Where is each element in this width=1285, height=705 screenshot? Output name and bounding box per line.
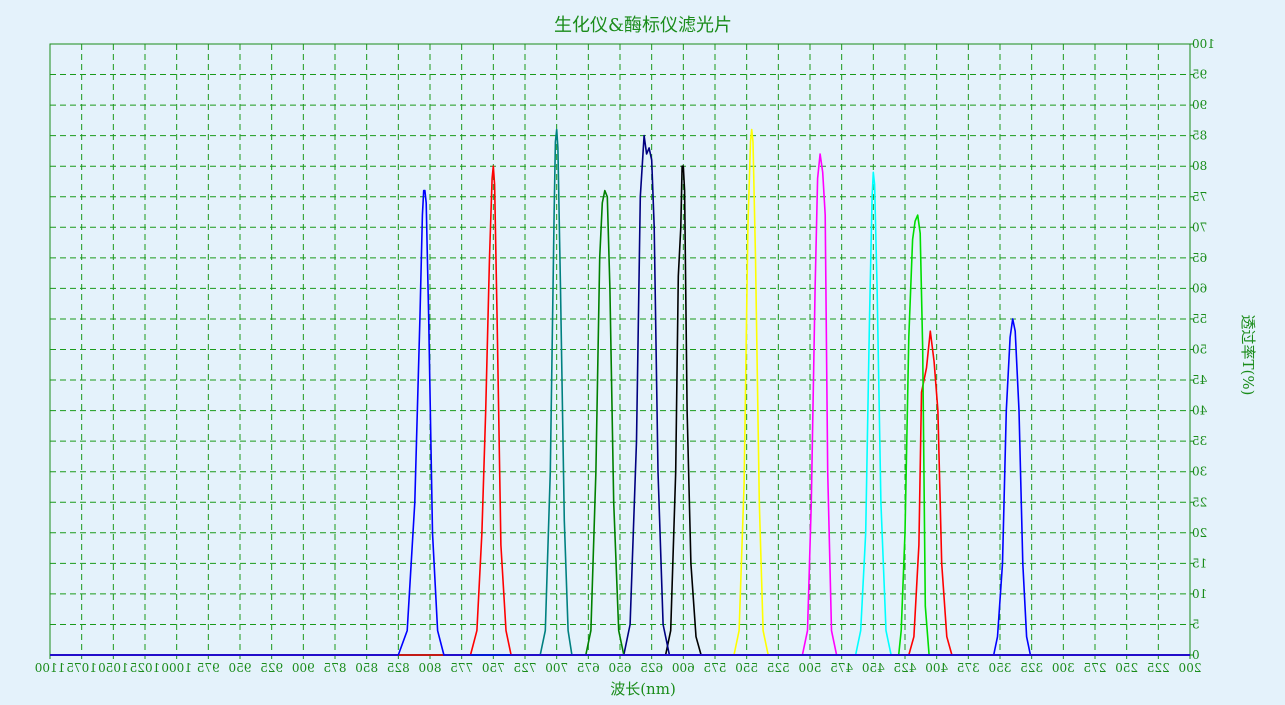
- y-tick-label: 35: [1192, 434, 1207, 448]
- x-tick-label: 275: [1084, 661, 1107, 675]
- y-tick-label: 20: [1192, 526, 1207, 540]
- x-tick-label: 200: [1179, 661, 1202, 675]
- y-tick-label: 85: [1192, 129, 1207, 143]
- x-axis-ticks: 200 225 250 275 300 325 350 375 400 425 450 475 500 5…: [35, 655, 1202, 675]
- y-tick-label: 10: [1192, 587, 1207, 601]
- y-tick-label: 15: [1192, 556, 1207, 570]
- y-tick-label: 5: [1192, 617, 1200, 631]
- y-tick-label: 55: [1192, 312, 1207, 326]
- x-tick-label: 350: [989, 661, 1012, 675]
- y-axis-label: 透过率T(%): [1239, 315, 1257, 396]
- x-tick-label: 800: [419, 661, 442, 675]
- x-tick-label: 875: [324, 661, 347, 675]
- x-tick-label: 900: [292, 661, 315, 675]
- y-tick-label: 75: [1192, 190, 1207, 204]
- y-tick-label: 50: [1192, 343, 1207, 357]
- x-tick-label: 600: [672, 661, 695, 675]
- y-tick-label: 80: [1192, 159, 1207, 173]
- x-tick-label: 1025: [130, 661, 161, 675]
- x-tick-label: 500: [799, 661, 822, 675]
- chart-title: 生化仪&酶标仪滤光片: [554, 15, 732, 36]
- x-tick-label: 400: [925, 661, 948, 675]
- x-tick-label: 525: [767, 661, 790, 675]
- x-tick-label: 250: [1115, 661, 1138, 675]
- x-tick-label: 1050: [98, 661, 129, 675]
- y-tick-label: 65: [1192, 251, 1207, 265]
- y-tick-label: 40: [1192, 404, 1207, 418]
- x-tick-label: 825: [387, 661, 410, 675]
- x-axis-label: 波长(nm): [610, 680, 676, 698]
- x-tick-label: 375: [957, 661, 980, 675]
- x-tick-label: 775: [450, 661, 473, 675]
- y-axis-ticks: 0 5 10 15 20 25 30 35 40 45 50 55 60 65 70 75 80 85 90 95 10…: [1190, 37, 1215, 662]
- y-tick-label: 95: [1192, 68, 1207, 82]
- x-tick-label: 675: [577, 661, 600, 675]
- x-tick-label: 1000: [161, 661, 192, 675]
- x-tick-label: 750: [482, 661, 505, 675]
- y-tick-label: 45: [1192, 373, 1207, 387]
- x-tick-label: 650: [609, 661, 632, 675]
- filter-transmission-chart: 2002252502753003253503754004254504755005…: [35, 15, 1257, 698]
- y-tick-label: 0: [1192, 648, 1200, 662]
- x-tick-label: 1075: [66, 661, 97, 675]
- y-tick-label: 60: [1192, 281, 1207, 295]
- x-tick-label: 950: [229, 661, 252, 675]
- x-tick-label: 625: [640, 661, 663, 675]
- y-tick-label: 70: [1192, 220, 1207, 234]
- y-tick-label: 100: [1192, 37, 1215, 51]
- x-tick-label: 450: [862, 661, 885, 675]
- x-tick-label: 550: [735, 661, 758, 675]
- grid-lines: [50, 44, 1190, 655]
- x-tick-label: 575: [704, 661, 727, 675]
- x-tick-label: 975: [197, 661, 220, 675]
- x-tick-label: 300: [1052, 661, 1075, 675]
- x-tick-label: 725: [514, 661, 537, 675]
- x-tick-label: 850: [355, 661, 378, 675]
- x-tick-label: 700: [545, 661, 568, 675]
- x-tick-label: 475: [830, 661, 853, 675]
- x-tick-label: 425: [894, 661, 917, 675]
- x-tick-label: 1100: [35, 661, 66, 675]
- y-tick-label: 25: [1192, 495, 1207, 509]
- x-tick-label: 925: [260, 661, 283, 675]
- y-tick-label: 30: [1192, 465, 1207, 479]
- y-tick-label: 90: [1192, 98, 1207, 112]
- chart-area: 200 225 250 275 300 325 350 375 400 425 450 475 500 5…: [0, 0, 1285, 701]
- x-tick-label: 225: [1147, 661, 1170, 675]
- x-tick-label: 325: [1020, 661, 1043, 675]
